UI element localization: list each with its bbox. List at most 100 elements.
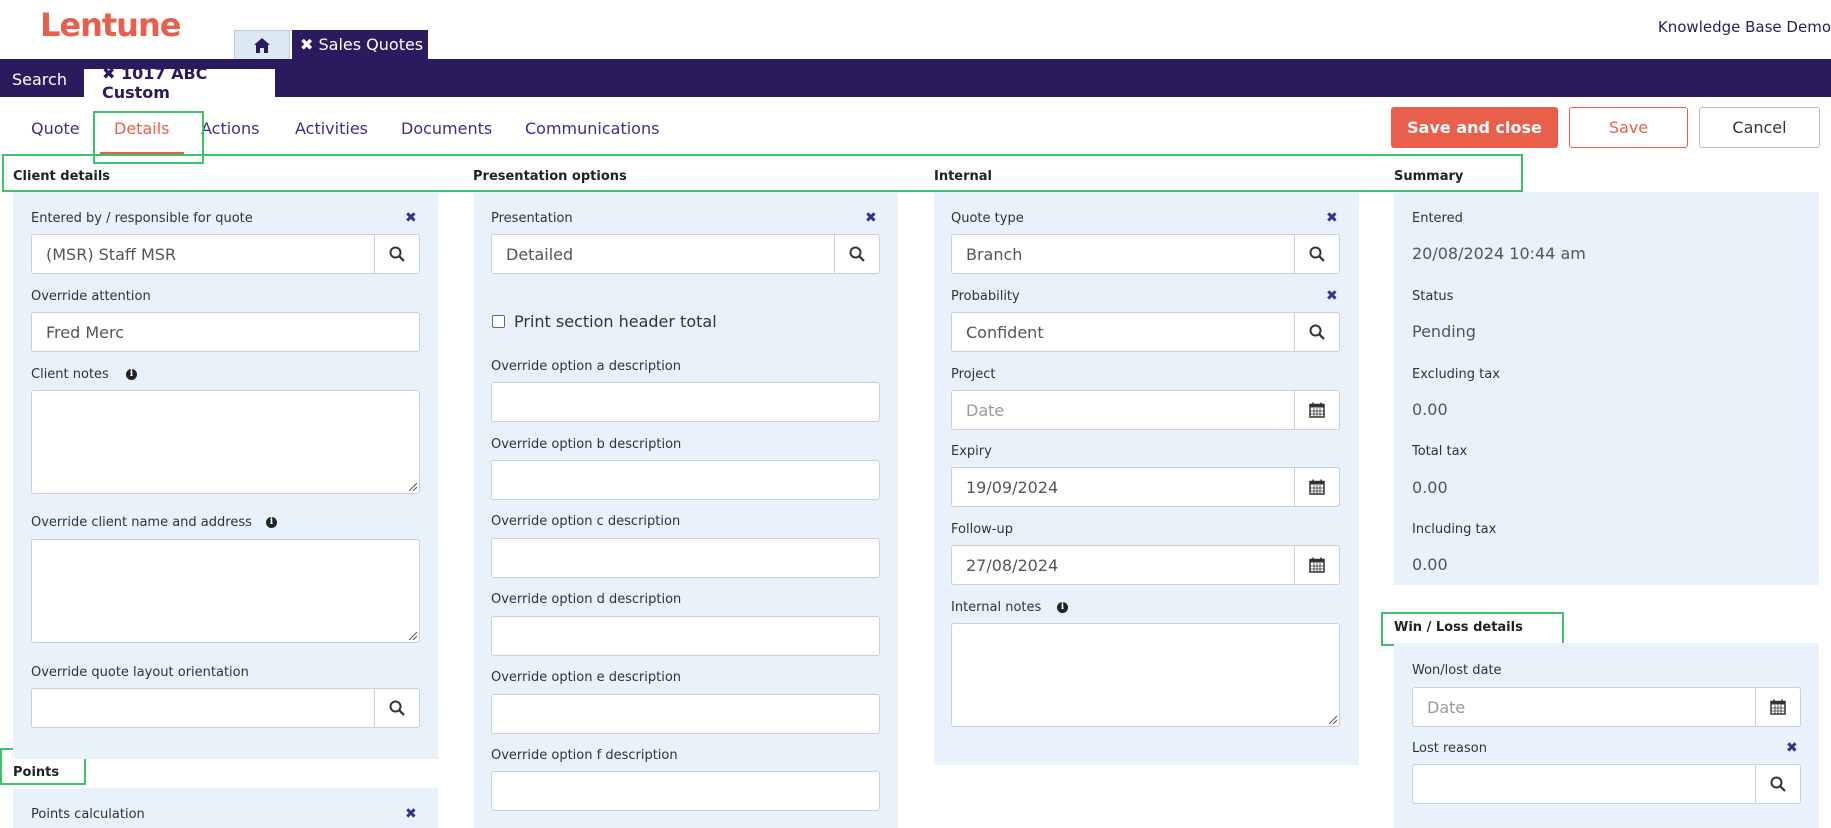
tab-quote[interactable]: Quote: [31, 119, 80, 138]
cancel-button[interactable]: Cancel: [1699, 107, 1820, 148]
option-e-label: Override option e description: [491, 670, 682, 685]
won-lost-date-field[interactable]: Date: [1412, 687, 1801, 727]
status-label: Status: [1412, 289, 1454, 304]
lost-reason-search-button[interactable]: [1755, 764, 1801, 804]
calendar-icon: [1309, 557, 1325, 573]
project-calendar-button[interactable]: [1294, 390, 1340, 430]
search-tab[interactable]: Search: [12, 70, 67, 89]
search-icon: [1770, 776, 1786, 792]
client-notes-textarea[interactable]: [31, 390, 420, 494]
calendar-icon: [1309, 479, 1325, 495]
entered-by-value: (MSR) Staff MSR: [46, 244, 177, 264]
follow-up-label: Follow-up: [951, 522, 1013, 537]
home-tab[interactable]: [234, 30, 290, 59]
lost-reason-label: Lost reason: [1412, 741, 1487, 756]
tab-details[interactable]: Details: [114, 119, 169, 138]
entered-by-label: Entered by / responsible for quote: [31, 211, 253, 226]
option-b-label: Override option b description: [491, 437, 682, 452]
including-tax-label: Including tax: [1412, 522, 1497, 537]
resize-grip-icon[interactable]: [1327, 714, 1337, 724]
client-notes-info-icon[interactable]: i: [126, 369, 137, 380]
win-loss-title: Win / Loss details: [1394, 620, 1523, 635]
clear-presentation-icon[interactable]: ✖: [865, 210, 877, 226]
internal-notes-label: Internal notes: [951, 600, 1042, 615]
search-icon: [1309, 246, 1325, 262]
client-details-title: Client details: [13, 169, 111, 184]
option-a-input[interactable]: [491, 382, 880, 422]
active-tab-indicator: [100, 152, 184, 156]
internal-notes-info-icon[interactable]: i: [1057, 602, 1068, 613]
clear-entered-by-icon[interactable]: ✖: [405, 210, 417, 226]
won-lost-date-label: Won/lost date: [1412, 663, 1502, 678]
points-calculation-label: Points calculation: [31, 807, 145, 822]
record-tab-1017[interactable]: ✖ 1017 ABC Custom: [84, 64, 275, 102]
highlight-section-headers: [2, 154, 1523, 192]
clear-quote-type-icon[interactable]: ✖: [1326, 210, 1338, 226]
tab-activities[interactable]: Activities: [295, 119, 368, 138]
won-lost-date-placeholder: Date: [1427, 697, 1466, 717]
follow-up-date-field[interactable]: 27/08/2024: [951, 545, 1340, 585]
save-button[interactable]: Save: [1569, 107, 1688, 148]
presentation-label: Presentation: [491, 211, 573, 226]
project-label: Project: [951, 367, 996, 382]
search-icon: [389, 700, 405, 716]
override-attention-field[interactable]: Fred Merc: [31, 312, 420, 352]
override-attention-value: Fred Merc: [46, 322, 125, 342]
entered-label: Entered: [1412, 211, 1463, 226]
search-icon: [389, 246, 405, 262]
option-f-input[interactable]: [491, 771, 880, 811]
save-and-close-button[interactable]: Save and close: [1391, 107, 1558, 148]
clear-lost-reason-icon[interactable]: ✖: [1786, 740, 1798, 756]
option-c-input[interactable]: [491, 538, 880, 578]
presentation-field[interactable]: Detailed: [491, 234, 880, 274]
override-name-address-textarea[interactable]: [31, 539, 420, 643]
total-tax-value: 0.00: [1412, 478, 1448, 497]
entered-by-search-button[interactable]: [374, 234, 420, 274]
expiry-date-value: 19/09/2024: [966, 477, 1059, 497]
resize-grip-icon[interactable]: [407, 481, 417, 491]
project-date-placeholder: Date: [966, 400, 1005, 420]
option-f-label: Override option f description: [491, 748, 678, 763]
probability-label: Probability: [951, 289, 1020, 304]
won-lost-calendar-button[interactable]: [1755, 687, 1801, 727]
expiry-calendar-button[interactable]: [1294, 467, 1340, 507]
override-layout-field[interactable]: [31, 688, 420, 728]
option-a-label: Override option a description: [491, 359, 681, 374]
tab-documents[interactable]: Documents: [401, 119, 492, 138]
quote-type-field[interactable]: Branch: [951, 234, 1340, 274]
override-attention-label: Override attention: [31, 289, 151, 304]
internal-notes-textarea[interactable]: [951, 623, 1340, 727]
project-date-field[interactable]: Date: [951, 390, 1340, 430]
expiry-date-field[interactable]: 19/09/2024: [951, 467, 1340, 507]
probability-field[interactable]: Confident: [951, 312, 1340, 352]
lost-reason-field[interactable]: [1412, 764, 1801, 804]
sales-quotes-tab[interactable]: ✖ Sales Quotes: [292, 30, 428, 59]
excluding-tax-value: 0.00: [1412, 400, 1448, 419]
option-d-input[interactable]: [491, 616, 880, 656]
clear-probability-icon[interactable]: ✖: [1326, 288, 1338, 304]
calendar-icon: [1309, 402, 1325, 418]
presentation-search-button[interactable]: [834, 234, 880, 274]
tab-communications[interactable]: Communications: [525, 119, 659, 138]
calendar-icon: [1770, 699, 1786, 715]
probability-search-button[interactable]: [1294, 312, 1340, 352]
override-layout-search-button[interactable]: [374, 688, 420, 728]
option-e-input[interactable]: [491, 694, 880, 734]
including-tax-value: 0.00: [1412, 555, 1448, 574]
tab-actions[interactable]: Actions: [201, 119, 259, 138]
quote-type-search-button[interactable]: [1294, 234, 1340, 274]
internal-title: Internal: [934, 169, 993, 184]
print-header-total-label[interactable]: Print section header total: [514, 312, 717, 331]
follow-up-calendar-button[interactable]: [1294, 545, 1340, 585]
override-name-info-icon[interactable]: i: [266, 517, 277, 528]
clear-points-calculation-icon[interactable]: ✖: [405, 806, 417, 822]
summary-title: Summary: [1394, 169, 1464, 184]
user-account-label[interactable]: Knowledge Base Demo: [1658, 18, 1831, 36]
quote-type-value: Branch: [966, 244, 1023, 264]
probability-value: Confident: [966, 322, 1044, 342]
lentune-logo[interactable]: Lentune: [40, 6, 181, 44]
entered-by-field[interactable]: (MSR) Staff MSR: [31, 234, 420, 274]
resize-grip-icon[interactable]: [407, 630, 417, 640]
option-b-input[interactable]: [491, 460, 880, 500]
print-header-total-checkbox[interactable]: [492, 315, 505, 328]
